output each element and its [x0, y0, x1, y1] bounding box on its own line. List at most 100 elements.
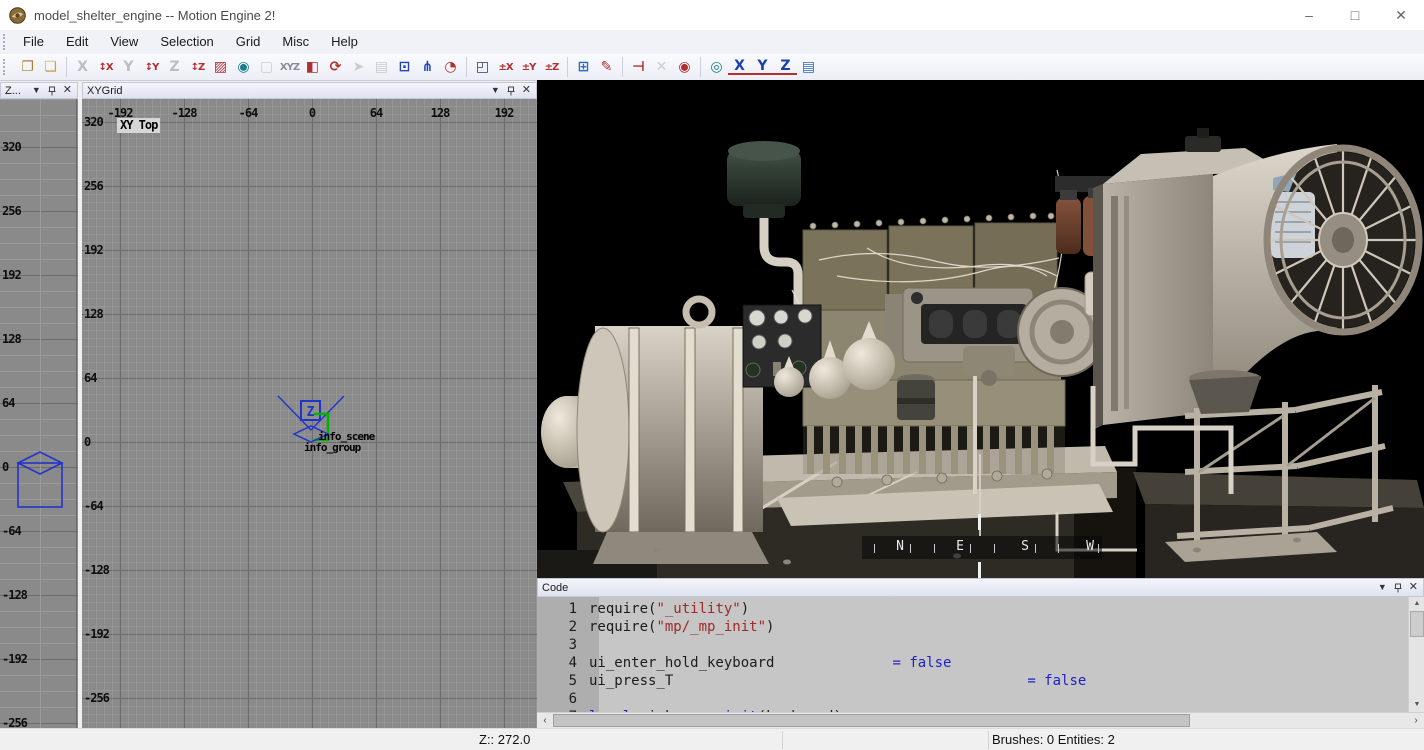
camera-orbit-icon[interactable]: ◎ [705, 57, 728, 77]
translate-y-icon[interactable]: ↕Y [140, 57, 163, 77]
clamp-z-icon[interactable]: ±Z [540, 57, 563, 77]
orbit-tool-icon[interactable]: ◔ [439, 57, 462, 77]
vertical-scrollbar[interactable]: ▲ ▼ [1408, 597, 1424, 712]
scroll-right-icon[interactable]: › [1408, 713, 1424, 729]
mirror-z-icon[interactable]: Z [163, 57, 186, 77]
swap-views-icon[interactable]: ◰ [471, 57, 494, 77]
xy-grid-view[interactable]: -192-128-64064128192 320256192128640-64-… [82, 99, 537, 728]
code-line[interactable]: 4ui_enter_hold_keyboard = false [537, 654, 1392, 672]
z-coordinate-readout: Z:: 272.0 [479, 732, 530, 747]
code-line[interactable]: 5ui_press_T = false [537, 672, 1392, 690]
compass-center-marker [978, 562, 981, 578]
chevron-down-icon[interactable]: ▼ [32, 86, 41, 95]
code-line[interactable]: 3 [537, 636, 1392, 654]
ruler-label: -256 [84, 691, 109, 705]
pin-icon[interactable] [507, 86, 515, 96]
ruler-label: 192 [495, 106, 514, 120]
place-entity-icon[interactable]: ➤ [347, 57, 370, 77]
rotate-view-icon[interactable]: ◉ [673, 57, 696, 77]
entity-group-name: info_group [304, 441, 360, 454]
compass-tick [910, 544, 911, 553]
open-file-icon[interactable]: ❐ [16, 57, 39, 77]
axes-xyz-icon[interactable]: XYZ [278, 57, 301, 77]
code-token: false [909, 655, 951, 671]
ruler-label: 256 [2, 204, 21, 218]
ruler-label: -192 [84, 627, 109, 641]
view-x-icon[interactable]: X [728, 59, 751, 75]
compass-tick [934, 544, 935, 553]
clear-selection-icon[interactable]: ✕ [650, 57, 673, 77]
chevron-down-icon[interactable]: ▼ [491, 86, 500, 95]
code-line[interactable]: 6 [537, 690, 1392, 708]
texture-type-icon[interactable]: ▨ [209, 57, 232, 77]
node-tool-icon[interactable]: ⊡ [393, 57, 416, 77]
clamp-y-icon[interactable]: ±Y [517, 57, 540, 77]
marquee-select-icon[interactable]: ▢ [255, 57, 278, 77]
code-panel-header: Code ▼ ✕ [537, 578, 1424, 597]
compass-direction-w: W [1086, 539, 1094, 554]
grid-settings-icon[interactable]: ⊞ [572, 57, 595, 77]
scroll-down-icon[interactable]: ▼ [1409, 698, 1424, 712]
scroll-left-icon[interactable]: ‹ [537, 713, 553, 729]
close-icon[interactable]: ✕ [63, 85, 72, 96]
mouse-mode-icon[interactable]: ◉ [232, 57, 255, 77]
pin-icon[interactable] [48, 86, 56, 96]
script-list-icon[interactable]: ▤ [797, 57, 820, 77]
compass-tick [970, 544, 971, 553]
menu-grip[interactable] [3, 34, 7, 50]
close-icon[interactable]: ✕ [522, 85, 531, 96]
minimize-button[interactable]: – [1286, 0, 1332, 30]
view-z-icon[interactable]: Z [774, 59, 797, 75]
z-ruler-view[interactable]: 320256192128640-64-128-192-256 [0, 99, 78, 728]
app-logo-icon [9, 7, 26, 24]
code-token: = [892, 655, 909, 671]
connect-tool-icon[interactable]: ⋔ [416, 57, 439, 77]
code-token: "mp/_mp_init" [656, 619, 766, 635]
translate-z-icon[interactable]: ↕Z [186, 57, 209, 77]
compass-direction-s: S [1021, 539, 1029, 554]
code-editor[interactable]: 1require("_utility")2require("mp/_mp_ini… [537, 597, 1424, 712]
paint-brush-icon[interactable]: ✎ [595, 57, 618, 77]
mirror-x-icon[interactable]: X [71, 57, 94, 77]
menu-item-misc[interactable]: Misc [271, 30, 320, 54]
menu-item-selection[interactable]: Selection [149, 30, 224, 54]
code-line[interactable]: 1require("_utility") [537, 600, 1392, 618]
vertical-scroll-thumb[interactable] [1410, 611, 1424, 637]
ruler-label: 192 [84, 243, 103, 257]
viewport-3d[interactable]: NESW [537, 80, 1424, 578]
menu-item-file[interactable]: File [12, 30, 55, 54]
menu-item-edit[interactable]: Edit [55, 30, 99, 54]
z-selection-box [14, 449, 66, 511]
line-number: 2 [537, 618, 589, 636]
menu-item-view[interactable]: View [99, 30, 149, 54]
clamp-x-icon[interactable]: ±X [494, 57, 517, 77]
code-line[interactable]: 2require("mp/_mp_init") [537, 618, 1392, 636]
texture-lock-icon[interactable]: ▤ [370, 57, 393, 77]
view-y-icon[interactable]: Y [751, 59, 774, 75]
view-type-label: XY Top [117, 118, 160, 133]
toolbar-group: ❐❏ [12, 57, 67, 77]
menu-item-help[interactable]: Help [320, 30, 369, 54]
toolbar-grip[interactable] [3, 59, 7, 75]
maximize-button[interactable]: □ [1332, 0, 1378, 30]
z-panel-header: Z... ▼ ✕ [0, 82, 78, 99]
horizontal-scroll-thumb[interactable] [553, 714, 1190, 727]
line-number: 1 [537, 600, 589, 618]
horizontal-scrollbar[interactable]: ‹ › [537, 712, 1424, 728]
import-file-icon[interactable]: ❏ [39, 57, 62, 77]
toolbar: ❐❏X↕XY↕YZ↕Z▨◉▢XYZ◧⟳➤▤⊡⋔◔◰±X±Y±Z⊞✎⊣✕◉◎XYZ… [0, 54, 1424, 81]
pin-icon[interactable] [1394, 583, 1402, 593]
chevron-down-icon[interactable]: ▼ [1378, 583, 1387, 592]
scroll-up-icon[interactable]: ▲ [1409, 597, 1424, 611]
close-button[interactable]: ✕ [1378, 0, 1424, 30]
menu-item-grid[interactable]: Grid [225, 30, 272, 54]
scene-counts: Brushes: 0 Entities: 2 [992, 732, 1115, 747]
rotate-tool-icon[interactable]: ⟳ [324, 57, 347, 77]
close-icon[interactable]: ✕ [1409, 582, 1418, 593]
texture-cube-icon[interactable]: ◧ [301, 57, 324, 77]
code-token: require( [589, 619, 656, 635]
mirror-y-icon[interactable]: Y [117, 57, 140, 77]
align-tool-icon[interactable]: ⊣ [627, 57, 650, 77]
translate-x-icon[interactable]: ↕X [94, 57, 117, 77]
line-number: 5 [537, 672, 589, 690]
